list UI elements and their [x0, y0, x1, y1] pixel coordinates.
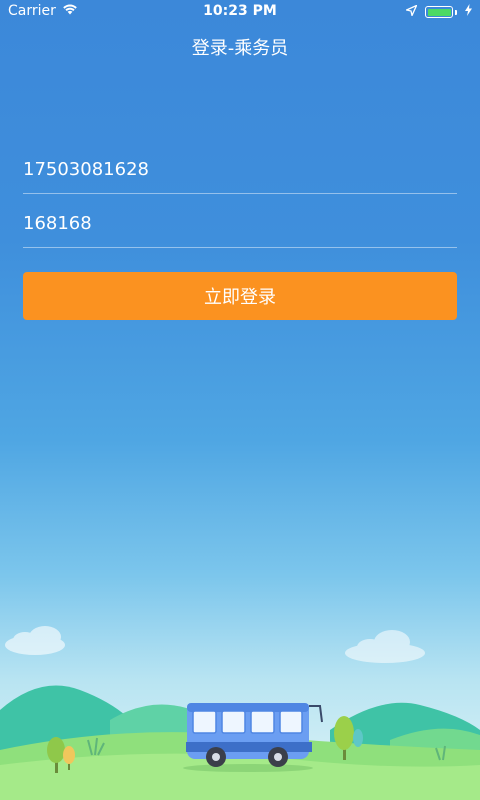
phone-input[interactable]	[23, 145, 457, 193]
scenery-illustration	[0, 626, 480, 800]
cloud-icon	[5, 626, 65, 655]
battery-tip	[455, 9, 457, 15]
status-right	[404, 4, 472, 20]
phone-field	[23, 145, 457, 194]
password-field	[23, 199, 457, 248]
battery-icon	[425, 6, 453, 18]
status-bar: Carrier 10:23 PM	[0, 0, 480, 24]
location-arrow-icon	[404, 4, 418, 20]
login-button[interactable]: 立即登录	[23, 272, 457, 320]
page-title: 登录-乘务员	[191, 38, 289, 59]
charging-bolt-icon	[465, 4, 472, 20]
battery-fill	[427, 8, 451, 16]
cloud-icon	[345, 630, 425, 663]
password-input[interactable]	[23, 199, 457, 247]
